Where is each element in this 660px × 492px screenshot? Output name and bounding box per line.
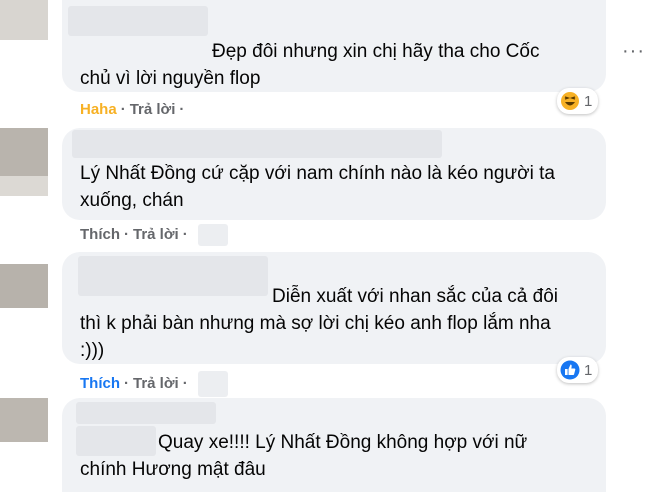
comment-text: Lý Nhất Đồng cứ cặp với nam chính nào là… — [80, 163, 555, 184]
avatar[interactable] — [0, 398, 48, 442]
separator-dot: · — [124, 374, 129, 392]
more-options-icon[interactable]: ··· — [622, 40, 645, 63]
comment-text: xuống, chán — [80, 190, 184, 211]
comment-text: chính Hương mật đâu — [80, 459, 266, 480]
reaction-count: 1 — [584, 361, 593, 379]
comment-actions: Thích · Trả lời · — [80, 371, 228, 397]
separator-dot: · — [124, 225, 129, 243]
avatar[interactable] — [0, 128, 48, 176]
reaction-badge[interactable]: 1 — [557, 357, 599, 383]
separator-dot: · — [179, 101, 185, 118]
comment-text: thì k phải bàn nhưng mà sợ lời chị kéo a… — [80, 313, 551, 334]
timestamp-blurred — [197, 371, 228, 397]
separator-dot: · — [120, 101, 126, 118]
comment-text: :))) — [80, 340, 105, 361]
comment-text: Quay xe!!!! Lý Nhất Đồng không hợp với n… — [158, 432, 528, 453]
comment-text: Diễn xuất với nhan sắc của cả đôi — [272, 286, 559, 307]
comment-actions: Haha · Trả lời · — [80, 101, 188, 118]
commenter-name-blurred[interactable] — [78, 256, 268, 296]
avatar[interactable] — [0, 264, 48, 308]
reply-button[interactable]: Trả lời — [133, 375, 179, 392]
like-button[interactable]: Thích — [80, 375, 120, 392]
reaction-badge[interactable]: 1 — [557, 88, 599, 114]
like-icon — [560, 360, 580, 380]
separator-dot: · — [182, 225, 188, 243]
reply-button[interactable]: Trả lời — [133, 226, 179, 243]
commenter-name-blurred[interactable] — [68, 6, 208, 36]
commenter-name-blurred[interactable] — [76, 426, 156, 456]
reply-button[interactable]: Trả lời — [130, 101, 176, 118]
comment-text: Đẹp đôi nhưng xin chị hãy tha cho Cốc — [212, 41, 540, 62]
avatar[interactable] — [0, 0, 48, 40]
timestamp-blurred — [197, 224, 228, 246]
comment-text: chủ vì lời nguyền flop — [80, 68, 261, 89]
avatar-blur — [0, 176, 48, 196]
like-button[interactable]: Thích — [80, 226, 120, 243]
commenter-name-blurred[interactable] — [76, 402, 216, 424]
separator-dot: · — [182, 374, 188, 392]
haha-reaction-button[interactable]: Haha — [80, 101, 117, 118]
comment-actions: Thích · Trả lời · — [80, 224, 228, 246]
commenter-name-blurred[interactable] — [72, 130, 442, 158]
reaction-count: 1 — [584, 92, 593, 110]
haha-emoji-icon — [561, 92, 579, 110]
